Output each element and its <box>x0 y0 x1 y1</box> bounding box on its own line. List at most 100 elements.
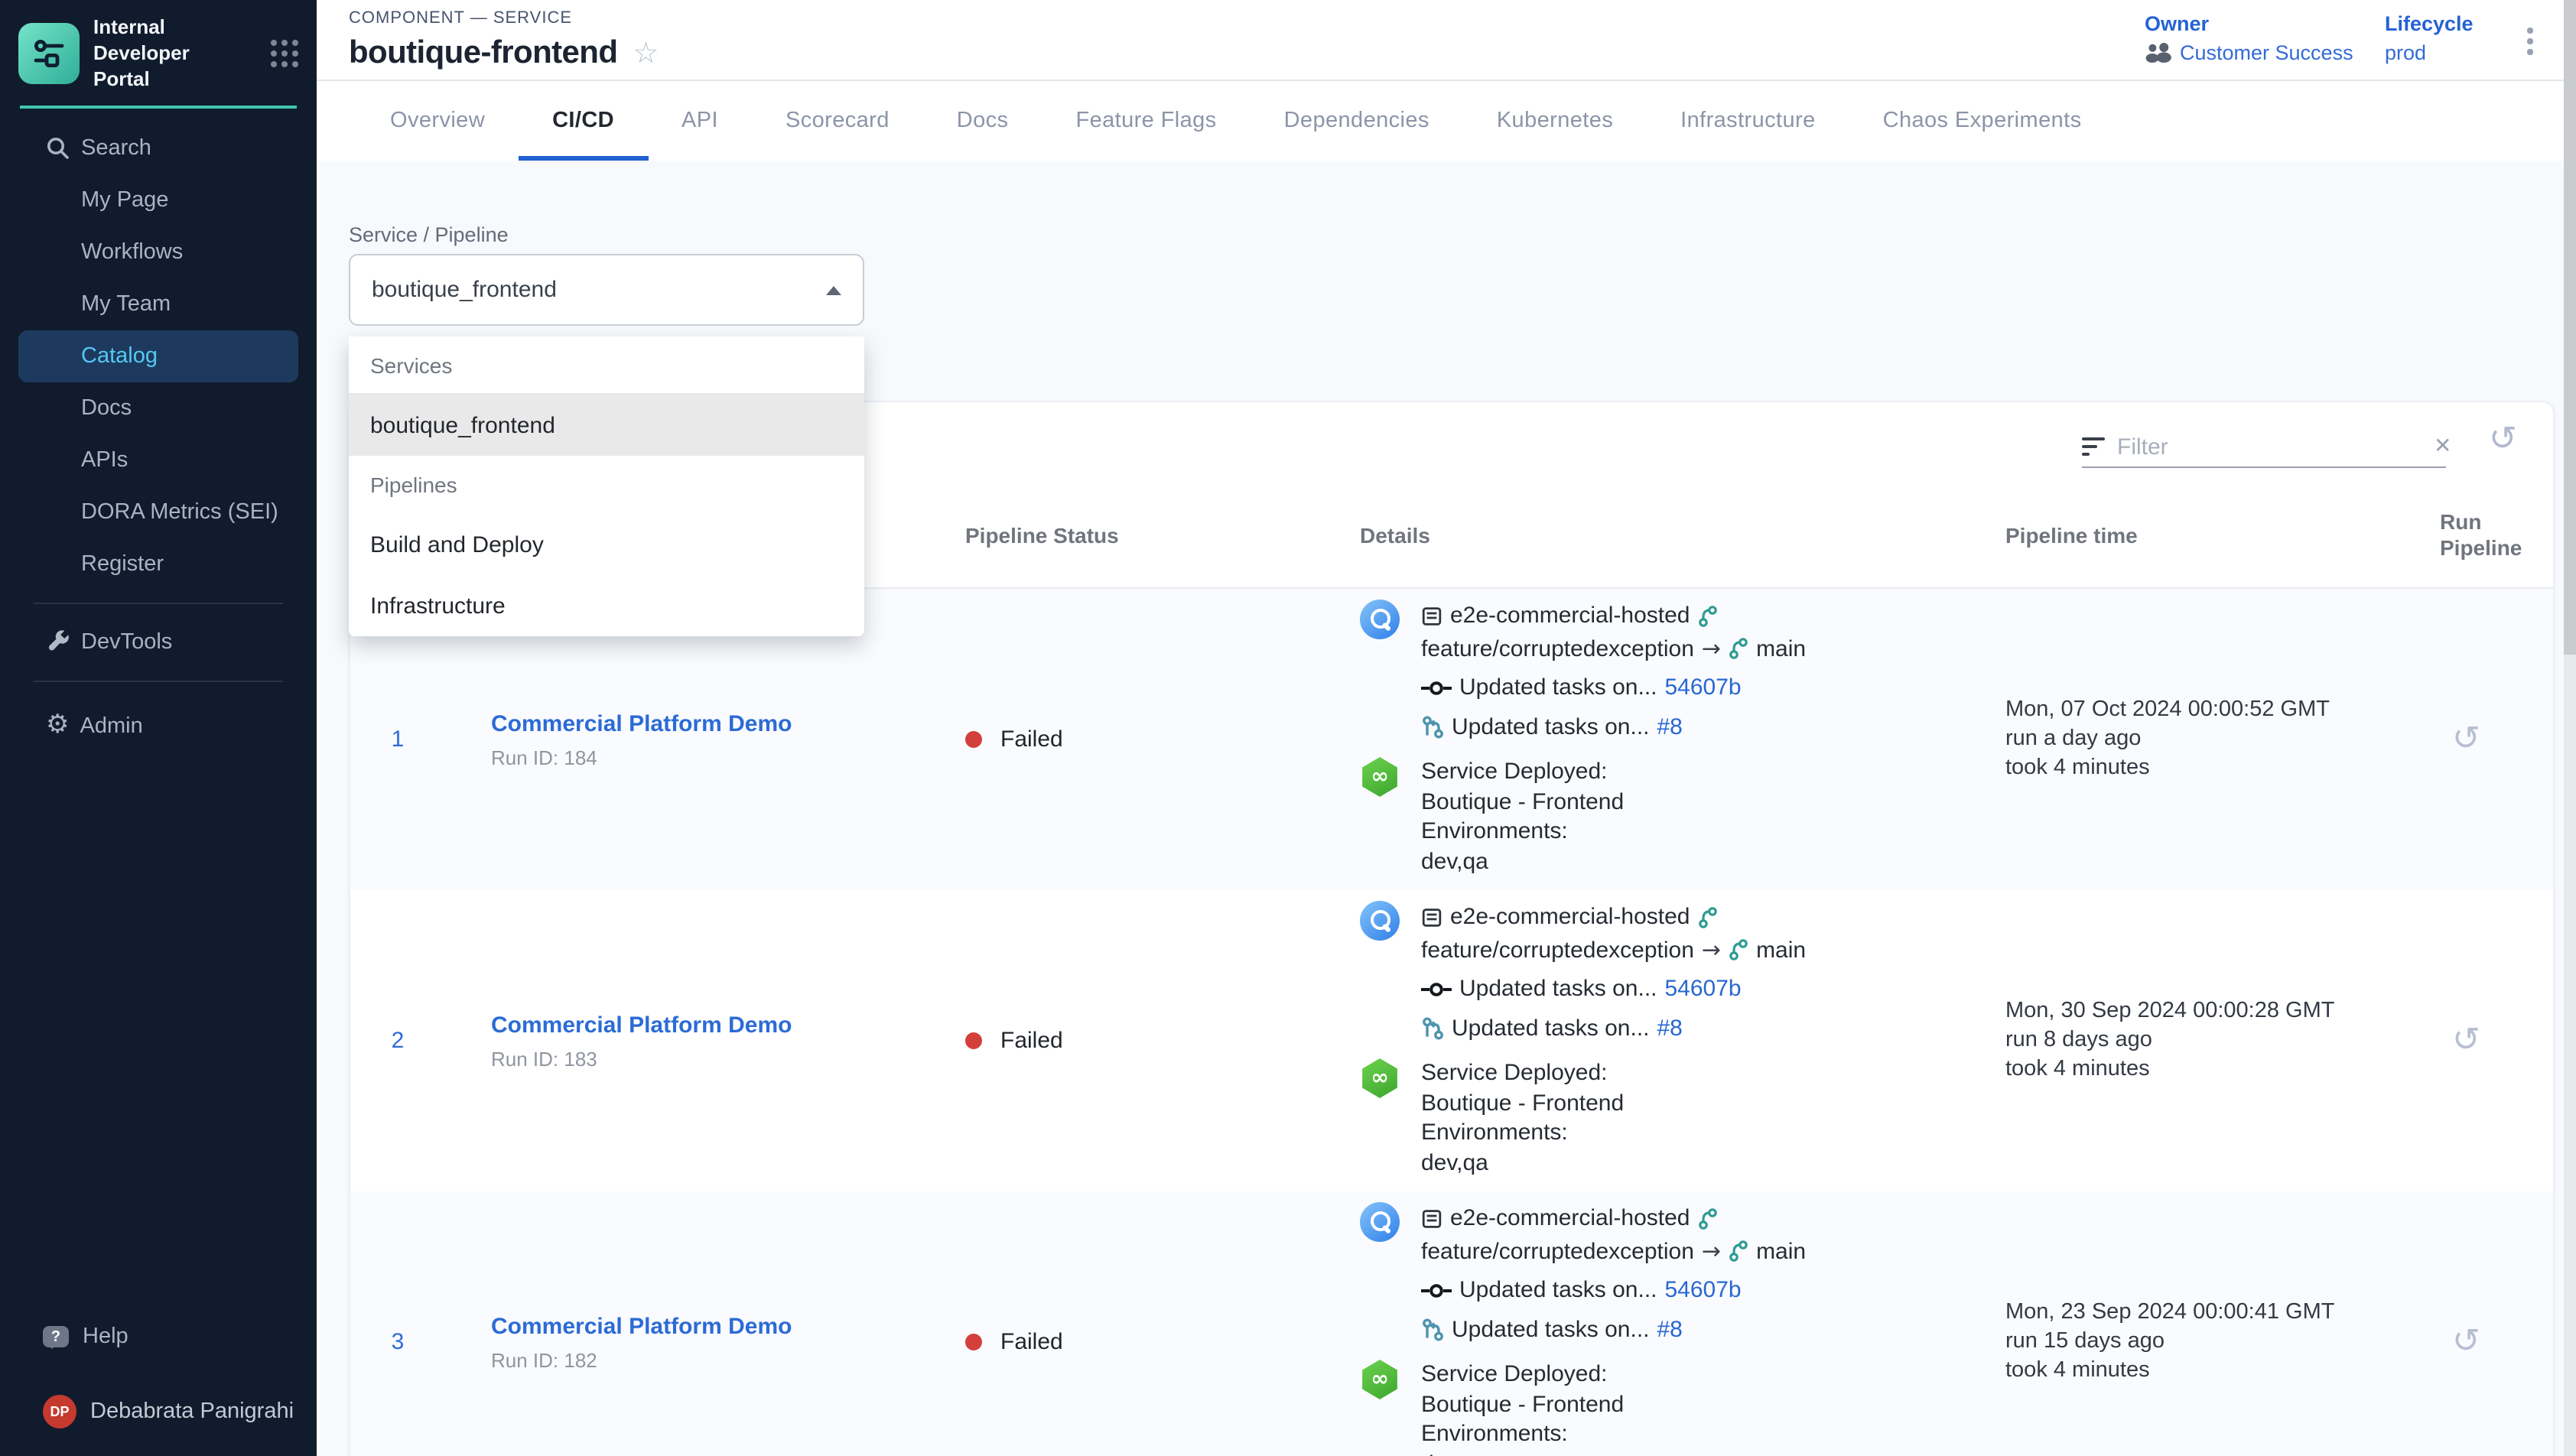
owner-value: Customer Success <box>2180 41 2353 64</box>
search-icon <box>46 135 70 160</box>
gear-icon: ⚙ <box>46 713 70 739</box>
time-took: took 4 minutes <box>2005 1055 2418 1084</box>
pr-link[interactable]: #8 <box>1657 1012 1683 1045</box>
tab-feature-flags[interactable]: Feature Flags <box>1042 81 1250 161</box>
tab-bar: Overview CI/CD API Scorecard Docs Featur… <box>317 81 2564 161</box>
status-cell: Failed <box>919 890 1317 1191</box>
pipeline-name-link[interactable]: Commercial Platform Demo <box>491 1012 919 1038</box>
filter-funnel-icon <box>2082 437 2105 457</box>
owner-link[interactable]: Customer Success <box>2145 41 2353 64</box>
pipeline-name-link[interactable]: Commercial Platform Demo <box>491 710 919 736</box>
repository-icon <box>1421 907 1442 928</box>
rerun-pipeline-icon[interactable]: ↺ <box>2452 1325 2480 1359</box>
git-commit-icon <box>1421 1282 1452 1300</box>
sidebar-item-register[interactable]: Register <box>0 538 317 590</box>
tab-api[interactable]: API <box>648 81 752 161</box>
sidebar-item-my-page[interactable]: My Page <box>0 174 317 226</box>
branch-to: main <box>1756 632 1806 665</box>
tab-chaos-experiments[interactable]: Chaos Experiments <box>1849 81 2116 161</box>
tab-cicd[interactable]: CI/CD <box>519 81 648 161</box>
col-run-pipeline: Run Pipeline <box>2418 509 2538 561</box>
pipeline-time-cell: Mon, 30 Sep 2024 00:00:28 GMT run 8 days… <box>1975 890 2418 1191</box>
people-icon <box>2145 43 2172 63</box>
refresh-icon[interactable]: ↺ <box>2489 424 2517 457</box>
commit-link[interactable]: 54607b <box>1665 1274 1742 1307</box>
commit-text: Updated tasks on... <box>1459 1274 1657 1307</box>
kebab-menu-icon[interactable] <box>2521 21 2539 60</box>
run-id: Run ID: 183 <box>491 1047 919 1070</box>
env-label: Environments: <box>1421 1118 1624 1148</box>
ci-stage-icon <box>1360 1202 1400 1242</box>
status-failed-dot-icon <box>965 731 982 748</box>
deploy-service: Boutique - Frontend <box>1421 1389 1624 1419</box>
sidebar-item-label: Admin <box>80 713 143 738</box>
sidebar-item-docs[interactable]: Docs <box>0 382 317 434</box>
tab-scorecard[interactable]: Scorecard <box>752 81 923 161</box>
rerun-pipeline-icon[interactable]: ↺ <box>2452 1024 2480 1058</box>
dropdown-group-services: Services <box>349 336 864 395</box>
status-text: Failed <box>1000 1028 1063 1054</box>
rerun-pipeline-icon[interactable]: ↺ <box>2452 723 2480 756</box>
lifecycle-value[interactable]: prod <box>2385 41 2474 64</box>
sidebar-item-catalog[interactable]: Catalog <box>18 330 298 382</box>
dropdown-group-pipelines: Pipelines <box>349 456 864 514</box>
vertical-scrollbar[interactable] <box>2564 0 2576 1456</box>
run-id: Run ID: 182 <box>491 1348 919 1371</box>
app-window: Internal Developer Portal Search My Page… <box>0 0 2576 1456</box>
col-details: Details <box>1317 522 1975 547</box>
sidebar-item-devtools[interactable]: DevTools <box>0 616 317 668</box>
arrow-right-icon: → <box>1702 934 1721 967</box>
wrench-icon <box>46 629 70 654</box>
sidebar-item-admin[interactable]: ⚙ Admin <box>0 700 317 752</box>
git-branch-icon <box>1697 606 1717 627</box>
pr-link[interactable]: #8 <box>1657 1313 1683 1346</box>
commit-text: Updated tasks on... <box>1459 973 1657 1006</box>
scrollbar-thumb[interactable] <box>2564 0 2576 655</box>
col-pipeline-status: Pipeline Status <box>919 522 1317 547</box>
user-menu[interactable]: DP Debabrata Panigrahi <box>0 1386 317 1438</box>
time-took: took 4 minutes <box>2005 754 2418 783</box>
time-ago: run 15 days ago <box>2005 1328 2418 1357</box>
sidebar-divider <box>34 602 283 603</box>
filter-input[interactable] <box>2117 434 2422 460</box>
dropdown-option-boutique-frontend[interactable]: boutique_frontend <box>349 395 864 456</box>
status-failed-dot-icon <box>965 1334 982 1350</box>
breadcrumb: COMPONENT — SERVICE <box>349 9 572 28</box>
pipeline-time-cell: Mon, 23 Sep 2024 00:00:41 GMT run 15 day… <box>1975 1191 2418 1456</box>
pull-request-icon <box>1421 1318 1444 1341</box>
sidebar-item-dora-metrics[interactable]: DORA Metrics (SEI) <box>0 486 317 538</box>
tab-dependencies[interactable]: Dependencies <box>1251 81 1463 161</box>
pipeline-select-value: boutique_frontend <box>372 277 557 303</box>
time-date: Mon, 07 Oct 2024 00:00:52 GMT <box>2005 696 2418 725</box>
sidebar-item-apis[interactable]: APIs <box>0 434 317 486</box>
pr-link[interactable]: #8 <box>1657 710 1683 743</box>
sidebar-item-label: Search <box>81 135 151 160</box>
dropdown-option-build-and-deploy[interactable]: Build and Deploy <box>349 514 864 575</box>
repo-name: e2e-commercial-hosted <box>1450 1202 1690 1235</box>
env-label: Environments: <box>1421 817 1624 847</box>
commit-link[interactable]: 54607b <box>1665 671 1742 704</box>
tab-infrastructure[interactable]: Infrastructure <box>1647 81 1849 161</box>
arrow-right-icon: → <box>1702 632 1721 665</box>
sidebar-item-my-team[interactable]: My Team <box>0 278 317 330</box>
sidebar-item-help[interactable]: ? Help <box>0 1311 317 1363</box>
tab-kubernetes[interactable]: Kubernetes <box>1463 81 1647 161</box>
deploy-title: Service Deployed: <box>1421 1360 1624 1389</box>
dropdown-option-infrastructure[interactable]: Infrastructure <box>349 575 864 636</box>
sidebar-item-search[interactable]: Search <box>0 122 317 174</box>
app-grid-icon[interactable] <box>271 41 298 68</box>
page-header: COMPONENT — SERVICE boutique-frontend ☆ … <box>317 0 2576 81</box>
tab-overview[interactable]: Overview <box>356 81 519 161</box>
sidebar-item-workflows[interactable]: Workflows <box>0 226 317 278</box>
deploy-title: Service Deployed: <box>1421 1058 1624 1088</box>
tab-docs[interactable]: Docs <box>923 81 1042 161</box>
clear-filter-icon[interactable]: ✕ <box>2434 434 2454 459</box>
pipeline-select-dropdown: Services boutique_frontend Pipelines Bui… <box>349 336 864 636</box>
star-favorite-icon[interactable]: ☆ <box>633 39 659 68</box>
git-branch-icon <box>1729 1241 1748 1263</box>
pipeline-select[interactable]: boutique_frontend <box>349 254 864 326</box>
branch-from: feature/corruptedexception <box>1421 934 1694 967</box>
time-took: took 4 minutes <box>2005 1357 2418 1386</box>
pipeline-name-link[interactable]: Commercial Platform Demo <box>491 1313 919 1339</box>
commit-link[interactable]: 54607b <box>1665 973 1742 1006</box>
